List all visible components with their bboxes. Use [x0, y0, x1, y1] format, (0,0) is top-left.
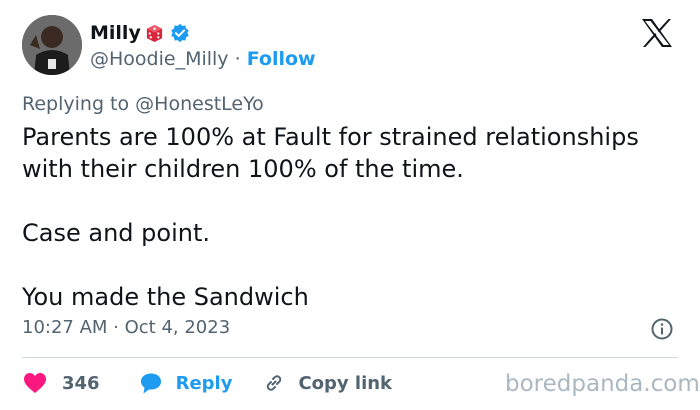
replying-to-mention[interactable]: @HonestLeYo: [135, 93, 264, 115]
avatar-image: [22, 15, 82, 75]
tweet-line: Case and point.: [22, 219, 210, 247]
reply-bubble-icon: [138, 371, 164, 395]
action-bar: 346 Reply Copy link: [22, 368, 392, 398]
copy-link-label: Copy link: [298, 372, 393, 394]
tweet-text: Parents are 100% at Fault for strained r…: [22, 121, 692, 313]
link-icon: [262, 371, 286, 395]
reply-button-label: Reply: [175, 372, 233, 394]
divider: [22, 357, 678, 358]
watermark: boredpanda.com: [505, 371, 700, 397]
author-name-row: Milly: [90, 20, 190, 46]
like-count: 346: [62, 372, 100, 394]
replying-to-line: Replying to @HonestLeYo: [22, 93, 264, 115]
tweet-line: You made the Sandwich: [22, 283, 309, 311]
tweet-timestamp[interactable]: 10:27 AM · Oct 4, 2023: [22, 317, 230, 338]
reply-action[interactable]: Reply: [138, 371, 233, 395]
info-icon[interactable]: [650, 317, 674, 341]
replying-to-prefix: Replying to: [22, 93, 130, 115]
heart-icon: [22, 371, 48, 395]
follow-button[interactable]: Follow: [247, 48, 316, 70]
author-handle-row: @Hoodie_Milly · Follow: [90, 48, 316, 70]
copy-link-action[interactable]: Copy link: [262, 371, 392, 395]
tweet-line: Parents are 100% at Fault for strained r…: [22, 123, 639, 183]
handle-separator: ·: [234, 48, 241, 70]
author-handle[interactable]: @Hoodie_Milly: [90, 48, 229, 70]
avatar[interactable]: [22, 15, 82, 75]
dice-emoji-icon: [145, 24, 164, 43]
like-action[interactable]: 346: [22, 371, 100, 395]
x-logo-icon[interactable]: [640, 17, 674, 49]
author-display-name[interactable]: Milly: [90, 22, 141, 44]
verified-badge-icon: [170, 23, 190, 43]
